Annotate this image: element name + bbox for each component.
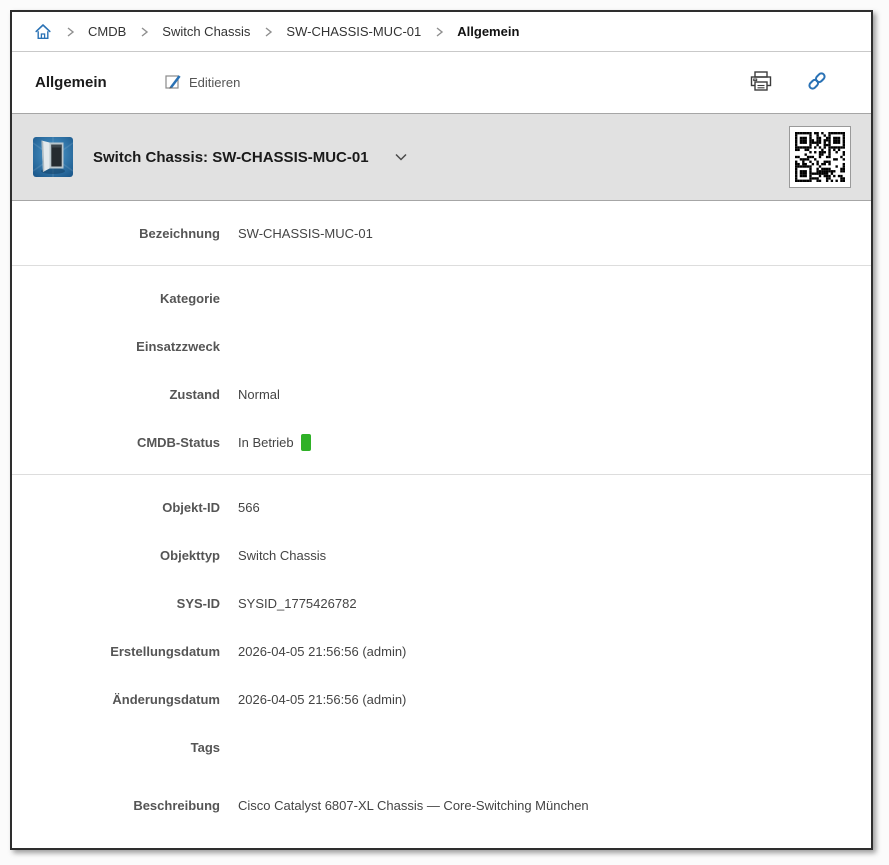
field-row: Objekt-ID 566 [12, 483, 871, 531]
switch-chassis-image [32, 137, 74, 177]
status-badge [300, 433, 311, 451]
page-title: Allgemein [35, 74, 107, 91]
field-value-text: 566 [238, 499, 260, 515]
field-value-text: SW-CHASSIS-MUC-01 [238, 225, 373, 241]
field-row: Änderungsdatum 2026-04-05 21:56:56 (admin… [12, 675, 871, 723]
field-value: 566 [238, 500, 260, 515]
field-label: Tags [190, 739, 220, 755]
chevron-down-icon[interactable] [389, 145, 413, 169]
field-row: Tags [12, 723, 871, 771]
field-value: 2026-04-05 21:56:56 (admin) [238, 644, 406, 659]
field-label: Erstellungsdatum [110, 643, 220, 659]
form-section: Kategorie Einsatzzweck Zustand Normal CMDB-S… [12, 266, 871, 475]
field-value: In Betrieb [238, 433, 311, 451]
field-row: Zustand Normal [12, 370, 871, 418]
edit-pencil-icon [164, 72, 182, 93]
field-value-text: Switch Chassis [238, 547, 327, 563]
chain-link-icon [805, 69, 829, 96]
field-value-text: SYSID_1775426782 [238, 595, 357, 611]
permalink-button[interactable] [801, 65, 833, 100]
print-button[interactable] [745, 66, 777, 100]
field-value: 2026-04-05 21:56:56 (admin) [238, 692, 406, 707]
breadcrumb-item-category: Allgemein [457, 24, 520, 39]
chevron-right-icon [137, 25, 151, 39]
object-title: Switch Chassis: SW-CHASSIS-MUC-01 [93, 148, 369, 166]
form: Bezeichnung SW-CHASSIS-MUC-01 Kategorie Ein… [12, 201, 871, 848]
field-value: Switch Chassis [238, 548, 326, 563]
field-row: Objekttyp Switch Chassis [12, 531, 871, 579]
field-label: CMDB-Status [136, 434, 220, 450]
field-row: CMDB-Status In Betrieb [12, 418, 871, 466]
breadcrumb-item-cmdb[interactable]: CMDB [88, 24, 126, 39]
chevron-right-icon [261, 25, 275, 39]
field-row: SYS-ID SYSID_1775426782 [12, 579, 871, 627]
field-value: Normal [238, 387, 280, 402]
field-value-text: Cisco Catalyst 6807-XL Chassis — Core-Sw… [238, 797, 589, 813]
field-label: Änderungsdatum [112, 691, 220, 707]
app-window: CMDB Switch Chassis SW-CHASSIS-MUC-01 Al… [10, 10, 873, 850]
field-value-text: Normal [238, 386, 280, 402]
form-section: Bezeichnung SW-CHASSIS-MUC-01 [12, 201, 871, 266]
field-label: SYS-ID [176, 595, 220, 611]
field-value-text: 2026-04-05 21:56:56 (admin) [238, 643, 407, 659]
field-label: Einsatzzweck [136, 338, 220, 354]
field-label: Beschreibung [133, 797, 220, 813]
chevron-right-icon [63, 25, 77, 39]
object-header: Switch Chassis: SW-CHASSIS-MUC-01 [12, 113, 871, 201]
form-section: Objekt-ID 566 Objekttyp Switch Chassis SYS-I… [12, 475, 871, 847]
qr-code-image [789, 126, 851, 188]
home-icon[interactable] [34, 23, 52, 41]
field-value: SW-CHASSIS-MUC-01 [238, 226, 373, 241]
edit-button[interactable]: Editieren [158, 71, 246, 94]
breadcrumb: CMDB Switch Chassis SW-CHASSIS-MUC-01 Al… [12, 12, 871, 52]
field-row: Einsatzzweck [12, 322, 871, 370]
edit-button-label: Editieren [189, 75, 241, 90]
field-value-text: In Betrieb [238, 434, 294, 450]
printer-icon [749, 70, 773, 96]
field-label: Objekt-ID [162, 499, 220, 515]
screen: CMDB Switch Chassis SW-CHASSIS-MUC-01 Al… [0, 0, 889, 865]
field-row: Bezeichnung SW-CHASSIS-MUC-01 [12, 209, 871, 257]
field-label: Bezeichnung [139, 225, 220, 241]
breadcrumb-item-object[interactable]: SW-CHASSIS-MUC-01 [286, 24, 421, 39]
field-label: Zustand [169, 386, 220, 402]
field-row: Erstellungsdatum 2026-04-05 21:56:56 (adm… [12, 627, 871, 675]
field-row: Beschreibung Cisco Catalyst 6807-XL Chass… [12, 771, 871, 839]
field-label: Objekttyp [160, 547, 220, 563]
field-value: SYSID_1775426782 [238, 596, 357, 611]
category-toolbar: Allgemein Editieren [12, 52, 871, 113]
field-label: Kategorie [160, 290, 220, 306]
field-value: Cisco Catalyst 6807-XL Chassis — Core-Sw… [238, 798, 589, 813]
breadcrumb-item-object-type[interactable]: Switch Chassis [162, 24, 250, 39]
chevron-right-icon [432, 25, 446, 39]
field-value-text: 2026-04-05 21:56:56 (admin) [238, 691, 407, 707]
field-row: Kategorie [12, 274, 871, 322]
